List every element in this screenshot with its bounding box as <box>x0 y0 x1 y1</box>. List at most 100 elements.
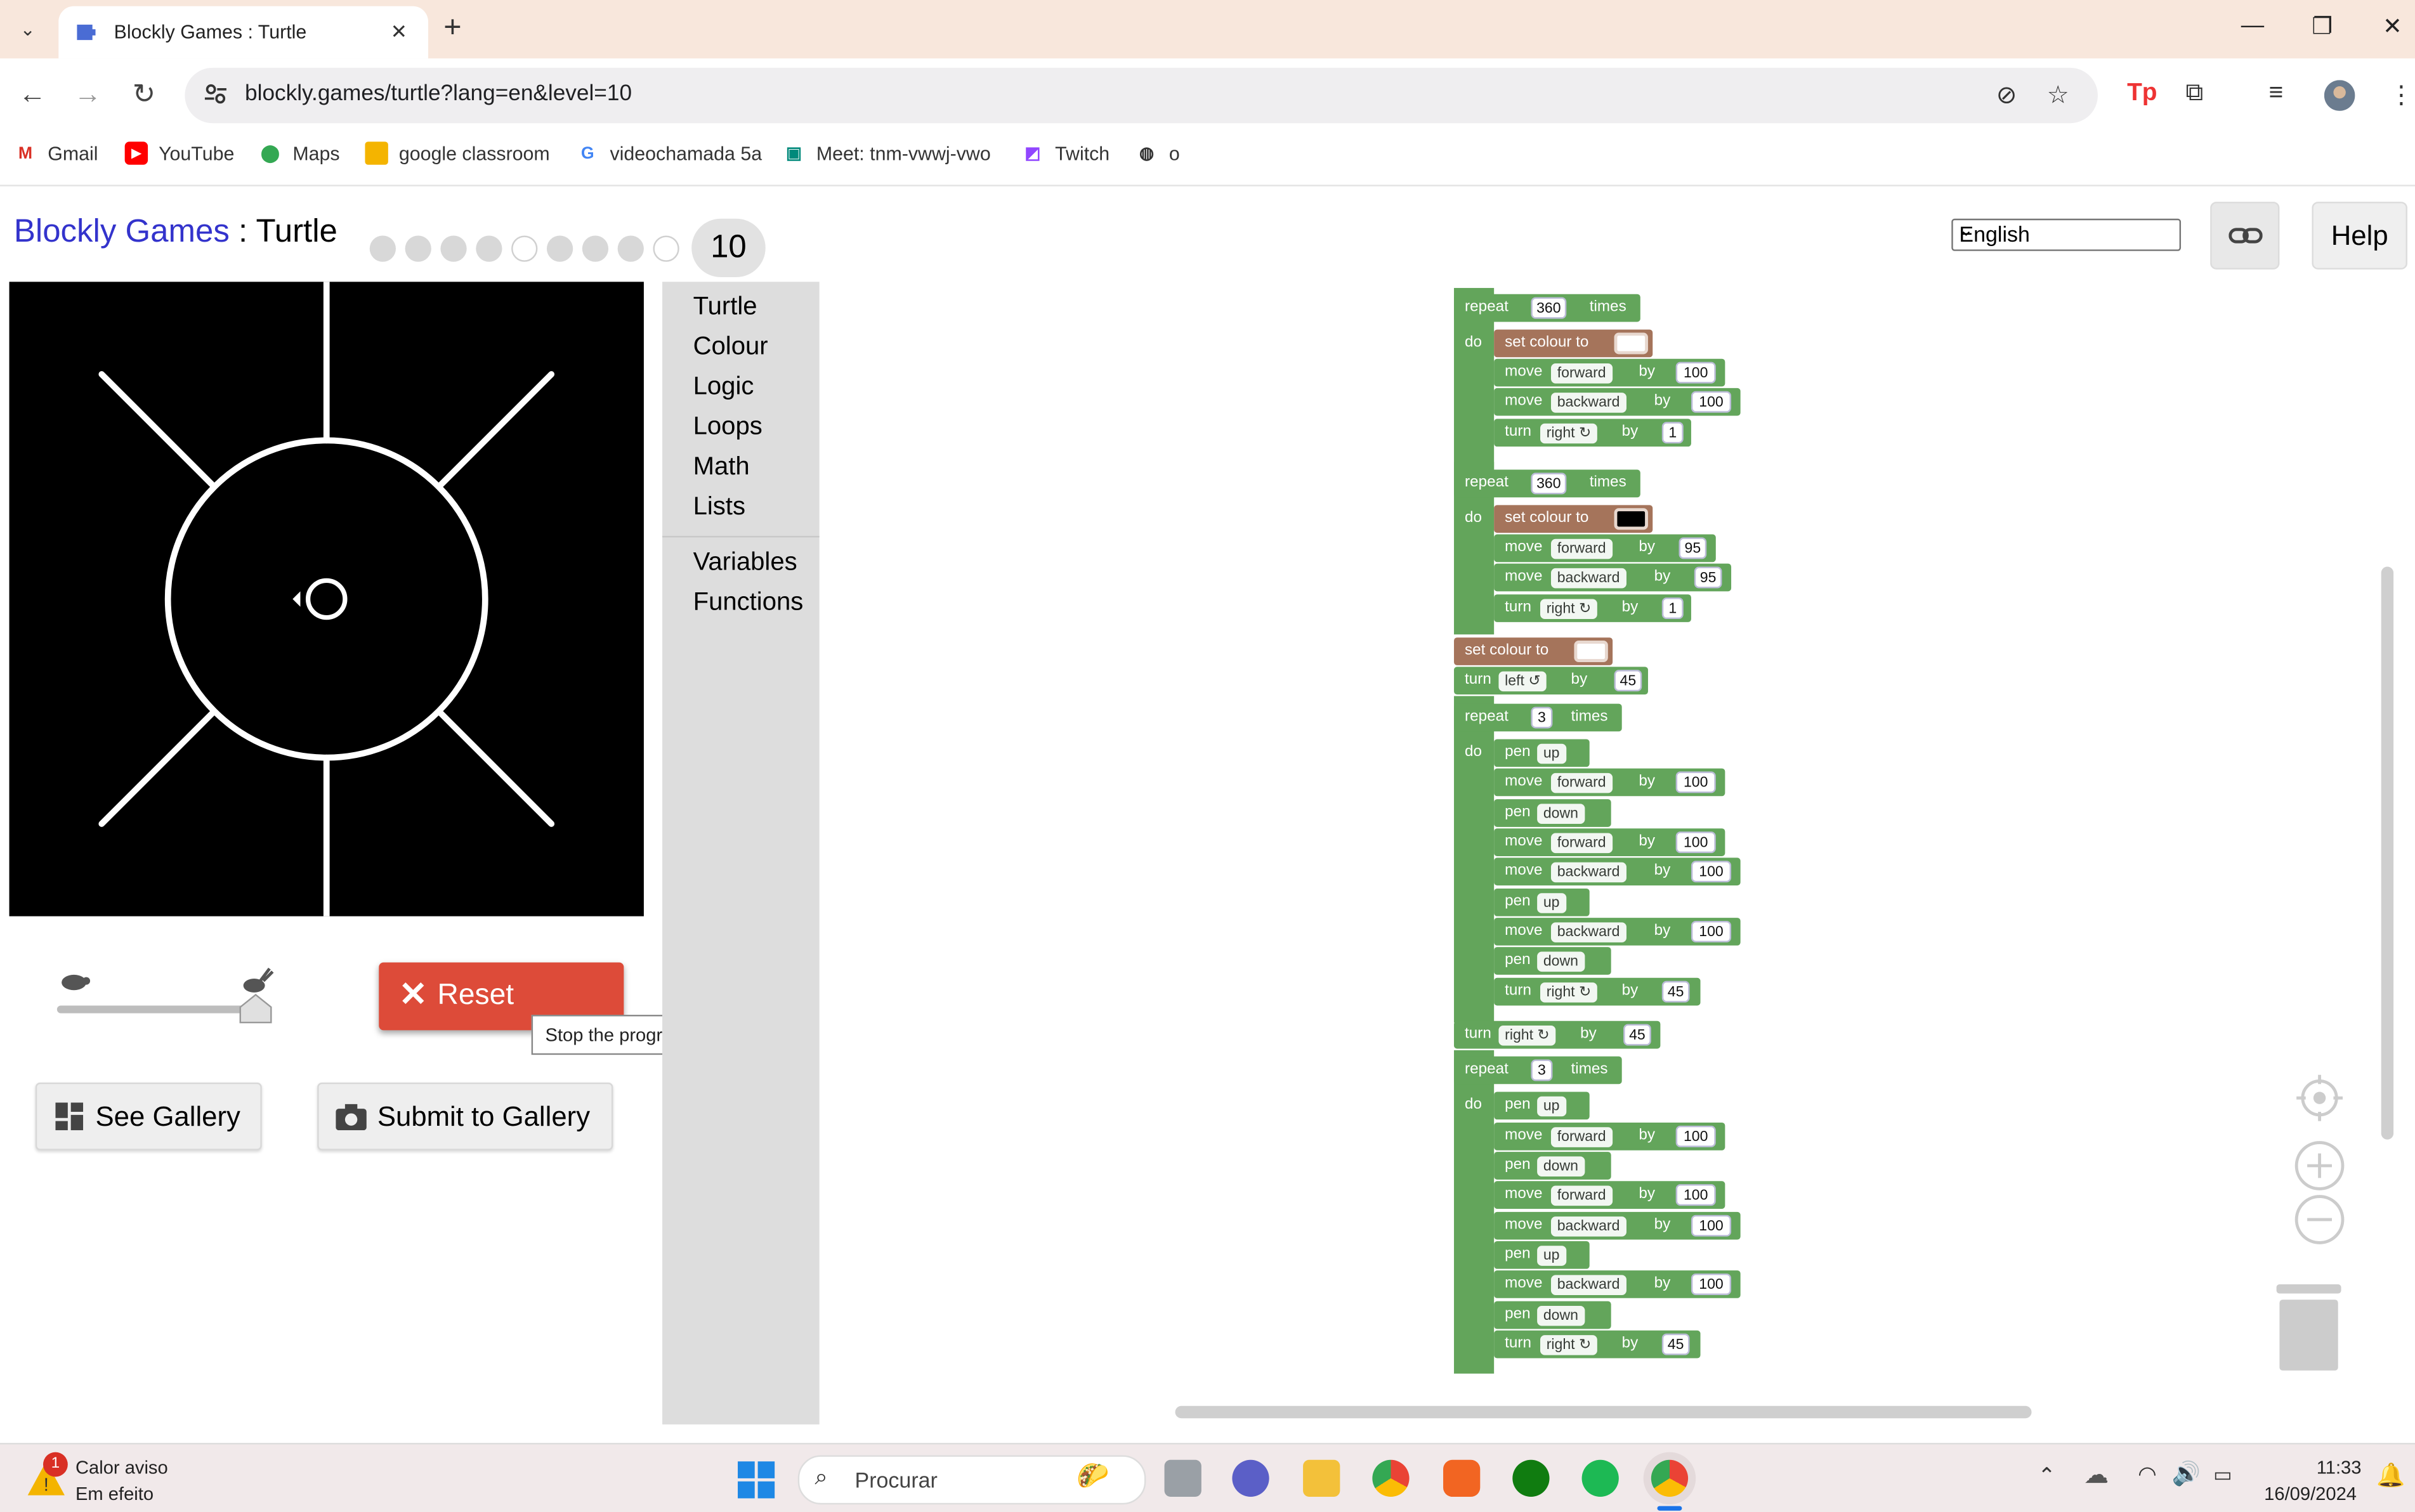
clock-time[interactable]: 11:33 <box>2317 1457 2362 1478</box>
category-colour[interactable]: Colour <box>693 332 768 362</box>
move-block[interactable]: move backward by 100 <box>1494 857 1741 886</box>
xbox-icon[interactable] <box>1512 1459 1550 1497</box>
new-tab-button[interactable]: + <box>443 12 461 43</box>
back-icon[interactable]: ← <box>18 79 46 110</box>
bookmark-twitch[interactable]: ◩ Twitch <box>1021 141 1109 164</box>
turn-block[interactable]: turn right ↻ by 1 <box>1494 594 1691 622</box>
pen-block[interactable]: pen down <box>1494 1152 1611 1180</box>
repeat-block[interactable]: repeat 3 times <box>1454 703 1622 732</box>
turn-block[interactable]: turn right ↻ by 45 <box>1494 977 1701 1006</box>
trash-icon[interactable] <box>2274 1278 2345 1374</box>
category-variables[interactable]: Variables <box>693 548 797 577</box>
move-block[interactable]: move backward by 100 <box>1494 918 1741 946</box>
move-block[interactable]: move forward by 100 <box>1494 768 1725 797</box>
level-dot[interactable] <box>405 235 431 261</box>
bookmark-youtube[interactable]: ▶ YouTube <box>124 141 234 165</box>
turn-block[interactable]: turn right ↻ by 45 <box>1454 1020 1661 1049</box>
chevron-up-icon[interactable]: ⌃ <box>2038 1463 2055 1489</box>
speed-thumb[interactable] <box>239 993 272 1024</box>
set-colour-block[interactable]: set colour to <box>1494 329 1653 358</box>
bookmark-meet[interactable]: ▣ Meet: tnm-vwwj-vwo <box>782 141 991 164</box>
zoom-out-icon[interactable] <box>2293 1194 2346 1246</box>
tab-search-button[interactable]: ⌄ <box>10 12 46 46</box>
extension-tp-icon[interactable]: Tp <box>2127 80 2157 108</box>
chrome-icon[interactable] <box>1372 1459 1410 1497</box>
reload-icon[interactable]: ↻ <box>133 79 156 110</box>
submit-gallery-button[interactable]: Submit to Gallery <box>317 1082 613 1150</box>
repeat-block[interactable]: repeat 3 times <box>1454 1056 1622 1085</box>
window-close-icon[interactable]: ✕ <box>2383 12 2402 40</box>
media-control-icon[interactable]: ≡ <box>2268 80 2283 108</box>
extensions-icon[interactable]: ⧉ <box>2185 80 2203 108</box>
notifications-bell-icon[interactable]: 🔔 <box>2376 1461 2405 1489</box>
category-turtle[interactable]: Turtle <box>693 292 757 322</box>
spotify-icon[interactable] <box>1581 1459 1619 1497</box>
bookmark-videochamada[interactable]: Gvideochamada 5a <box>576 141 762 164</box>
turn-block[interactable]: turn right ↻ by 45 <box>1494 1330 1701 1359</box>
help-button[interactable]: Help <box>2312 202 2407 270</box>
move-block[interactable]: move backward by 100 <box>1494 1211 1741 1240</box>
set-colour-block[interactable]: set colour to <box>1454 637 1613 665</box>
zoom-in-icon[interactable] <box>2293 1140 2346 1192</box>
close-tab-icon[interactable]: ✕ <box>385 20 413 45</box>
address-bar[interactable]: blockly.games/turtle?lang=en&level=10 ⊘ … <box>185 67 2098 124</box>
pen-block[interactable]: pen up <box>1494 1092 1590 1120</box>
pen-block[interactable]: pen down <box>1494 799 1611 827</box>
chrome-active-icon[interactable] <box>1651 1459 1689 1497</box>
level-dot[interactable] <box>511 235 538 261</box>
move-block[interactable]: move forward by 100 <box>1494 1181 1725 1209</box>
pen-block[interactable]: pen down <box>1494 947 1611 975</box>
move-block[interactable]: move backward by 100 <box>1494 388 1741 416</box>
category-logic[interactable]: Logic <box>693 373 754 402</box>
category-math[interactable]: Math <box>693 453 750 482</box>
weather-title[interactable]: Calor aviso <box>75 1457 168 1478</box>
speed-track[interactable] <box>56 1005 258 1013</box>
turn-block[interactable]: turn right ↻ by 1 <box>1494 419 1691 447</box>
site-info-icon[interactable] <box>203 82 228 107</box>
colour-swatch[interactable] <box>1614 508 1648 530</box>
level-dot[interactable] <box>617 235 644 261</box>
category-functions[interactable]: Functions <box>693 588 804 617</box>
pen-block[interactable]: pen up <box>1494 888 1590 916</box>
turn-block[interactable]: turn left ↺ by 45 <box>1454 667 1648 695</box>
chat-icon[interactable] <box>1232 1459 1269 1497</box>
browser-tab[interactable]: Blockly Games : Turtle ✕ <box>58 6 428 59</box>
category-loops[interactable]: Loops <box>693 413 762 442</box>
weather-subtitle[interactable]: Em efeito <box>75 1483 154 1504</box>
pen-block[interactable]: pen up <box>1494 739 1590 767</box>
level-dot[interactable] <box>440 235 467 261</box>
move-block[interactable]: move backward by 95 <box>1494 563 1732 592</box>
colour-swatch[interactable] <box>1614 332 1648 355</box>
speed-slider[interactable] <box>46 967 292 1029</box>
move-block[interactable]: move forward by 100 <box>1494 358 1725 387</box>
vertical-scrollbar[interactable] <box>2381 566 2394 1140</box>
repeat-block[interactable]: repeat 360 times <box>1454 294 1640 322</box>
bookmark-gmail[interactable]: M Gmail <box>14 141 98 164</box>
bookmark-o[interactable]: ◍ o <box>1135 141 1180 164</box>
task-view-icon[interactable] <box>1164 1459 1201 1497</box>
level-dot[interactable] <box>369 235 396 261</box>
category-lists[interactable]: Lists <box>693 493 745 522</box>
level-dot[interactable] <box>546 235 573 261</box>
windows-start-icon[interactable] <box>738 1461 775 1499</box>
colour-swatch[interactable] <box>1574 641 1608 663</box>
file-explorer-icon[interactable] <box>1303 1459 1340 1497</box>
level-dot[interactable] <box>582 235 609 261</box>
move-block[interactable]: move forward by 100 <box>1494 828 1725 856</box>
bookmark-star-icon[interactable]: ☆ <box>2047 80 2069 111</box>
cloud-icon[interactable]: ☁ <box>2084 1460 2109 1491</box>
app-orange-icon[interactable] <box>1443 1459 1481 1497</box>
taskbar-search[interactable]: ⌕ Procurar 🌮 <box>797 1455 1146 1505</box>
volume-icon[interactable]: 🔊 <box>2171 1460 2200 1487</box>
wifi-icon[interactable]: ◠ <box>2138 1461 2157 1487</box>
profile-avatar[interactable] <box>2324 80 2355 111</box>
bookmark-maps[interactable]: ⬤ Maps <box>259 141 339 164</box>
move-block[interactable]: move forward by 95 <box>1494 534 1716 563</box>
level-dot[interactable] <box>653 235 679 261</box>
horizontal-scrollbar[interactable] <box>1175 1405 2032 1419</box>
move-block[interactable]: move forward by 100 <box>1494 1123 1725 1150</box>
browser-menu-icon[interactable]: ⋮ <box>2389 80 2414 111</box>
recenter-icon[interactable] <box>2295 1073 2345 1123</box>
language-select[interactable]: English ⌄ <box>1951 218 2182 251</box>
link-button[interactable] <box>2210 202 2280 270</box>
